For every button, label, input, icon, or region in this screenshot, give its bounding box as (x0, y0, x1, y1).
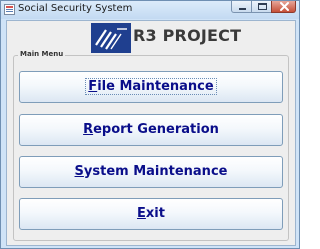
maximize-icon (258, 3, 267, 10)
app-window: Social Security System R3 PROJECT Main M… (0, 0, 300, 249)
window-title: Social Security System (18, 3, 133, 14)
main-panel: R3 PROJECT Main Menu File Maintenance Re… (6, 20, 296, 246)
sss-logo-icon (91, 23, 131, 53)
file-maintenance-button[interactable]: File Maintenance (19, 71, 283, 103)
report-generation-button[interactable]: Report Generation (19, 114, 283, 146)
maximize-button[interactable] (251, 1, 272, 13)
mnemonic-letter: R (83, 122, 94, 137)
button-label: xit (145, 206, 165, 221)
focus-indicator: File Maintenance (85, 78, 217, 95)
title-bar[interactable]: Social Security System (1, 1, 299, 19)
minimize-icon (239, 8, 246, 10)
main-menu-label: Main Menu (18, 50, 66, 58)
logo-text: R3 PROJECT (133, 26, 242, 45)
mnemonic-letter: S (74, 164, 84, 179)
button-label: ile Maintenance (97, 79, 214, 94)
app-icon (4, 4, 15, 15)
minimize-button[interactable] (231, 1, 252, 13)
mnemonic-letter: E (137, 206, 146, 221)
mnemonic-letter: F (88, 79, 98, 94)
button-label: ystem Maintenance (83, 164, 228, 179)
button-label: eport Generation (93, 122, 219, 137)
close-icon (280, 2, 289, 11)
main-menu-group: Main Menu File Maintenance Report Genera… (13, 50, 289, 241)
system-maintenance-button[interactable]: System Maintenance (19, 156, 283, 188)
exit-button[interactable]: Exit (19, 198, 283, 230)
close-button[interactable] (271, 1, 296, 13)
